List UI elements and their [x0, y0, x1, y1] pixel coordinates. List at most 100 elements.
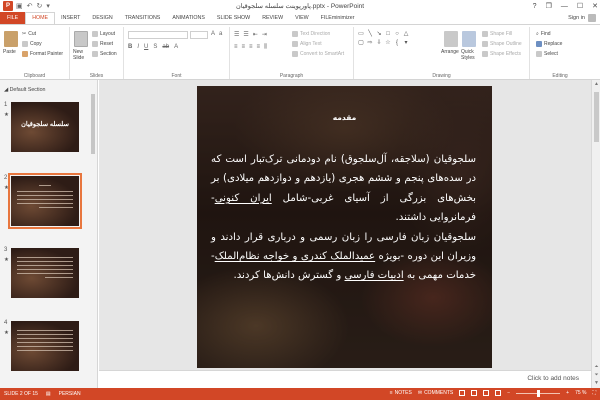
columns-icon[interactable]: ⫼ [264, 44, 267, 51]
more-shapes-icon[interactable]: ▾ [402, 39, 410, 47]
new-slide-icon[interactable] [74, 31, 88, 47]
align-center-icon[interactable]: ≡ [242, 44, 246, 51]
zoom-out-icon[interactable]: − [507, 390, 510, 396]
underline-icon[interactable]: U [144, 44, 148, 50]
normal-view-icon[interactable] [459, 390, 466, 396]
notes-toggle-button[interactable]: ≡ NOTES [390, 390, 412, 396]
justify-icon[interactable]: ≡ [257, 44, 261, 51]
slide-body-text[interactable]: سلجوقیان (سلاجقه، آل‌سلجوق) نام دودمانی … [211, 150, 476, 286]
slide-thumbnail-4[interactable] [11, 321, 79, 371]
align-right-icon[interactable]: ≡ [249, 44, 253, 51]
notes-placeholder[interactable]: Click to add notes [527, 375, 579, 382]
grow-font-icon[interactable]: A [211, 31, 215, 37]
tab-animations[interactable]: ANIMATIONS [166, 12, 211, 24]
bullets-icon[interactable]: ☰ [234, 31, 239, 38]
star-shape-icon[interactable]: ☆ [384, 39, 392, 47]
next-slide-icon[interactable]: ⏷ [593, 372, 600, 379]
shape-outline-button[interactable]: Shape Outline [482, 41, 522, 47]
minimize-icon[interactable]: — [561, 3, 568, 10]
customize-qat-icon[interactable]: ▾ [46, 2, 50, 10]
slide-thumbnail-3[interactable] [11, 248, 79, 298]
shape-effects-button[interactable]: Shape Effects [482, 51, 521, 57]
tab-transitions[interactable]: TRANSITIONS [119, 12, 167, 24]
brace-shape-icon[interactable]: { [393, 39, 401, 47]
slide-show-view-icon[interactable] [495, 390, 502, 396]
previous-slide-icon[interactable]: ⏶ [593, 364, 600, 371]
tab-file[interactable]: FILE [0, 12, 26, 24]
right-arrow-shape-icon[interactable]: ⇨ [366, 39, 374, 47]
tab-view[interactable]: VIEW [289, 12, 315, 24]
maximize-icon[interactable]: ☐ [577, 2, 583, 10]
save-icon[interactable]: ▣ [16, 2, 23, 10]
align-left-icon[interactable]: ≡ [234, 44, 238, 51]
triangle-shape-icon[interactable]: △ [402, 30, 410, 38]
help-icon[interactable]: ? [533, 3, 537, 10]
quick-styles-icon[interactable] [462, 31, 476, 47]
strikethrough-icon[interactable]: ab [162, 44, 169, 50]
slide-sorter-view-icon[interactable] [471, 390, 478, 396]
convert-smartart-button[interactable]: Convert to SmartArt [292, 51, 344, 57]
section-button[interactable]: Section [92, 51, 117, 57]
notes-pane[interactable]: Click to add notes [99, 370, 591, 388]
decrease-indent-icon[interactable]: ⇤ [253, 31, 258, 38]
numbering-icon[interactable]: ☰ [243, 31, 248, 38]
zoom-level[interactable]: 75 % [575, 390, 586, 396]
arrange-icon[interactable] [444, 31, 458, 47]
arrange-button[interactable]: Arrange [441, 49, 459, 55]
slide-title[interactable]: مقدمه [197, 113, 492, 122]
font-size-combo[interactable] [190, 31, 208, 39]
copy-button[interactable]: Copy [22, 41, 42, 47]
section-header[interactable]: ◢ Default Section [4, 87, 46, 93]
reset-button[interactable]: Reset [92, 41, 113, 47]
language-indicator[interactable]: PERSIAN [59, 391, 81, 397]
select-button[interactable]: Select [536, 51, 558, 57]
undo-icon[interactable]: ↶ [27, 2, 33, 10]
arrow-shape-icon[interactable]: ↘ [375, 30, 383, 38]
editor-vertical-scrollbar[interactable]: ▲ ⏶ ⏷ ▼ [591, 80, 600, 388]
new-slide-button[interactable]: New Slide [73, 49, 84, 61]
find-button[interactable]: ⌕ Find [536, 31, 551, 37]
shadow-icon[interactable]: S [153, 44, 157, 50]
rounded-rect-shape-icon[interactable]: ▢ [357, 39, 365, 47]
zoom-slider-knob[interactable] [536, 389, 540, 397]
shrink-font-icon[interactable]: a [219, 31, 222, 37]
close-icon[interactable]: ✕ [592, 2, 598, 10]
cut-button[interactable]: ✂ Cut [22, 31, 36, 37]
slide-thumbnail-2[interactable] [8, 173, 82, 229]
tab-insert[interactable]: INSERT [55, 12, 86, 24]
scroll-down-icon[interactable]: ▼ [593, 380, 600, 387]
shape-fill-button[interactable]: Shape Fill [482, 31, 512, 37]
align-text-button[interactable]: Align Text [292, 41, 322, 47]
tab-slide-show[interactable]: SLIDE SHOW [211, 12, 256, 24]
spellcheck-icon[interactable]: ▤ [46, 391, 51, 397]
comments-toggle-button[interactable]: ✉ COMMENTS [418, 390, 453, 396]
paste-icon[interactable] [4, 31, 18, 47]
bold-icon[interactable]: B [128, 44, 132, 50]
zoom-slider[interactable] [516, 389, 561, 397]
text-direction-button[interactable]: Text Direction [292, 31, 330, 37]
sign-in-label[interactable]: Sign in [568, 15, 585, 21]
tab-review[interactable]: REVIEW [256, 12, 289, 24]
scroll-up-icon[interactable]: ▲ [593, 81, 600, 88]
slide-thumbnail-1[interactable]: سلسله سلجوقیان [11, 102, 79, 152]
collapse-section-icon[interactable]: ◢ [4, 87, 8, 93]
tab-design[interactable]: DESIGN [86, 12, 118, 24]
thumbnails-scrollbar[interactable] [91, 94, 95, 154]
oval-shape-icon[interactable]: ○ [393, 30, 401, 38]
quick-styles-button[interactable]: Quick Styles [461, 49, 475, 61]
editor-scroll-thumb[interactable] [594, 92, 599, 142]
redo-icon[interactable]: ↻ [37, 2, 43, 10]
format-painter-button[interactable]: Format Painter [22, 51, 63, 57]
increase-indent-icon[interactable]: ⇥ [262, 31, 267, 38]
down-arrow-shape-icon[interactable]: ⇩ [375, 39, 383, 47]
reading-view-icon[interactable] [483, 390, 490, 396]
font-name-combo[interactable] [128, 31, 188, 39]
textbox-shape-icon[interactable]: ▭ [357, 30, 365, 38]
fit-slide-icon[interactable]: ⛶ [592, 390, 596, 396]
ribbon-display-icon[interactable]: ❐ [546, 2, 552, 10]
replace-button[interactable]: Replace [536, 41, 562, 47]
avatar[interactable] [588, 14, 596, 22]
tab-home[interactable]: HOME [25, 12, 56, 24]
paste-button[interactable]: Paste [3, 49, 16, 55]
italic-icon[interactable]: I [137, 44, 139, 50]
